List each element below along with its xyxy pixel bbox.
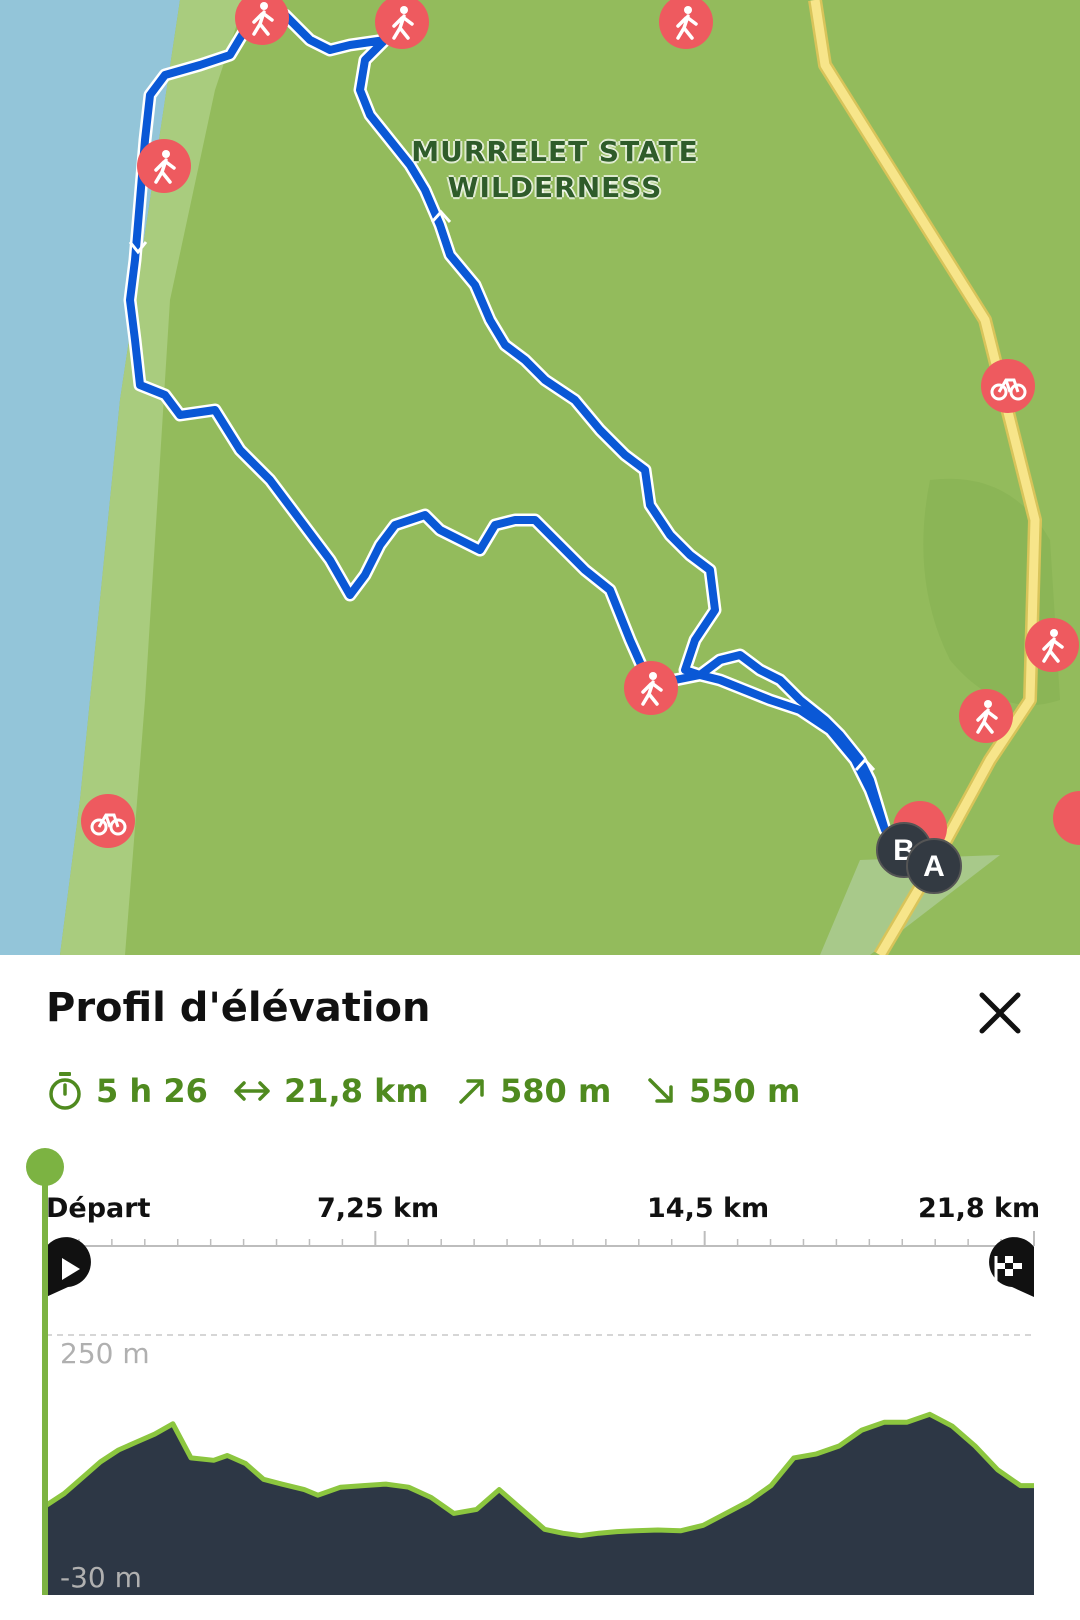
cycling-poi-icon[interactable]: [81, 794, 135, 848]
play-pin-icon: [46, 1237, 91, 1297]
elevation-chart-canvas[interactable]: [0, 955, 1080, 1620]
cycling-poi-icon[interactable]: [981, 359, 1035, 413]
area-label: MURRELET STATE WILDERNESS: [400, 134, 710, 206]
area-label-line-1: MURRELET STATE: [411, 135, 699, 168]
hiking-poi-icon[interactable]: [959, 689, 1013, 743]
x-axis-ticks: [45, 1231, 1035, 1246]
y-tick-label-min: -30 m: [60, 1561, 142, 1594]
map-view[interactable]: B A MURRELET STATE WILDERNESS: [0, 0, 1080, 955]
area-label-line-2: WILDERNESS: [447, 171, 663, 204]
hiking-poi-icon[interactable]: [1025, 618, 1079, 672]
y-tick-label-max: 250 m: [60, 1337, 150, 1370]
position-cursor-handle[interactable]: [26, 1148, 64, 1186]
elevation-chart[interactable]: Départ 7,25 km 14,5 km 21,8 km 250 m -30…: [0, 955, 1080, 1620]
finish-flag-pin-icon: [989, 1237, 1034, 1297]
elevation-panel: Profil d'élévation 5 h 26 21,8 km 580 m …: [0, 955, 1080, 1620]
start-marker[interactable]: A: [906, 838, 962, 894]
hiking-poi-icon[interactable]: [137, 139, 191, 193]
start-marker-label: A: [923, 850, 945, 883]
elevation-area: [46, 1414, 1034, 1595]
hiking-poi-icon[interactable]: [624, 661, 678, 715]
